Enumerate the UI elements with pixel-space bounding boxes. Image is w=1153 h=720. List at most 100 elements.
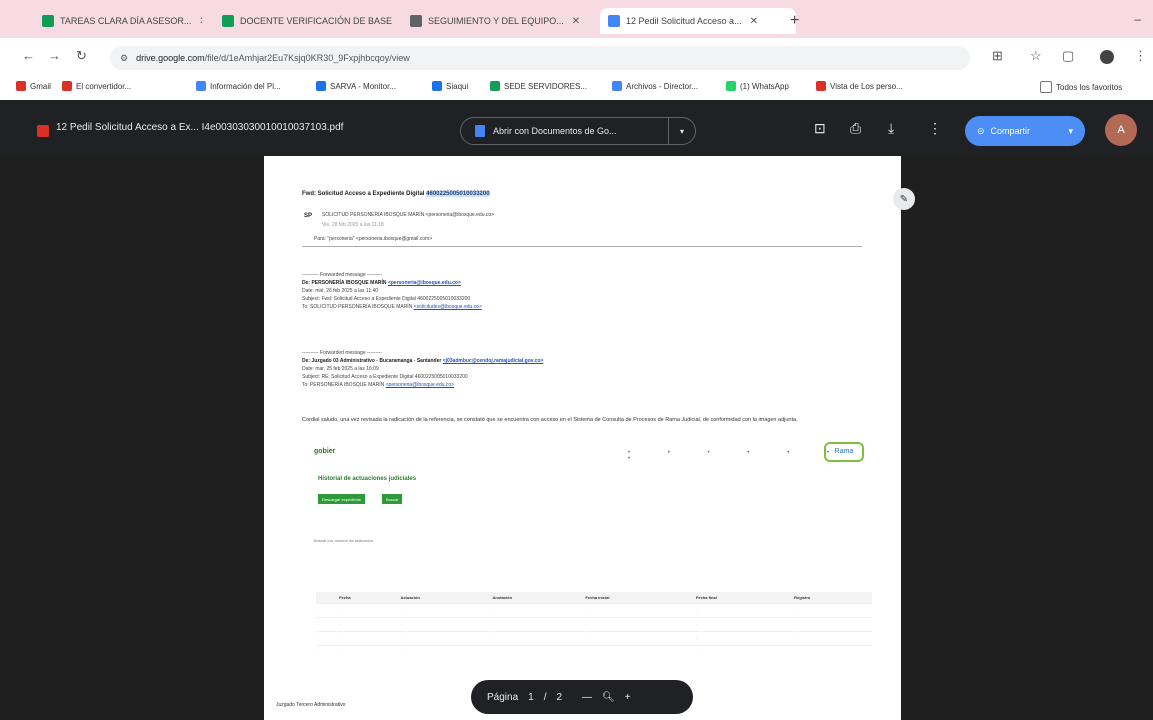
fwd1-from-email[interactable]: <personeria@ibosque.edu.co>: [388, 280, 461, 286]
tab-strip: TAREAS CLARA DÍA ASESOR... ✕ DOCENTE VER…: [0, 0, 1153, 38]
whatsapp-icon: [726, 81, 736, 91]
sheets-icon: [222, 15, 234, 27]
fwd2-from-email[interactable]: <j03admbuc@cendoj.ramajudicial.gov.co>: [443, 358, 544, 364]
sender-avatar: SP: [304, 213, 313, 219]
rama-logo: Rama: [824, 442, 864, 462]
subject-highlight: 4600225005010033200: [426, 191, 490, 197]
shot-title: Historial de actuaciones judiciales: [318, 476, 417, 482]
tab-4-active[interactable]: 12 Pedil Solicitud Acceso a... ✕: [600, 8, 796, 34]
table-header: Anotación: [490, 592, 584, 604]
document-footer: Juzgado Tercero Administrativo: [276, 702, 346, 708]
fwd2-from: De: Juzgado 03 Administrativo - Bucarama…: [302, 358, 544, 364]
table-header: Fecha inicial: [583, 592, 694, 604]
chevron-down-icon[interactable]: ▾: [1068, 126, 1073, 137]
fwd1-to-email[interactable]: <solicitudes@ibosque.edu.co>: [414, 304, 482, 310]
comment-icon[interactable]: ⊡: [814, 120, 826, 137]
page-navigator: Página 1 / 2 — 🔍︎ +: [471, 680, 693, 714]
bookmarks-bar: Gmail El convertidor... Información del …: [0, 76, 1153, 101]
fwd1-subject: Subject: Fwd: Solicitud Acceso a Expedie…: [302, 296, 471, 302]
open-with-button[interactable]: Abrir con Documentos de Go... ▾: [460, 117, 696, 145]
profile-icon[interactable]: [1100, 50, 1114, 64]
logo: gobier: [314, 448, 336, 455]
bookmark-icon: [490, 81, 500, 91]
avatar[interactable]: A: [1105, 114, 1137, 146]
shot-table: Fecha Actuación Anotación Fecha inicial …: [316, 592, 872, 659]
print-icon[interactable]: ⎙: [850, 120, 861, 137]
chevron-down-icon[interactable]: ▾: [669, 127, 695, 136]
sheets-icon: [42, 15, 54, 27]
table-header: [316, 592, 338, 604]
new-tab-button[interactable]: +: [790, 12, 799, 30]
minimize-button[interactable]: –: [1134, 12, 1141, 26]
table-header: Actuación: [398, 592, 491, 604]
close-icon[interactable]: ✕: [750, 16, 758, 27]
extensions-icon[interactable]: ▢: [1062, 48, 1074, 64]
page-label: Página: [487, 691, 519, 703]
download-icon[interactable]: ⤓: [888, 120, 894, 137]
table-row: · · · · · · ·: [316, 631, 872, 646]
email-body: Cordial saludo, una vez revisada la radi…: [302, 417, 798, 423]
share-button[interactable]: ⊝ Compartir ▾: [965, 116, 1085, 146]
bookmark-item[interactable]: (1) WhatsApp: [726, 81, 789, 91]
table-row: · · · · · · ·: [316, 603, 872, 618]
file-name: 12 Pedil Solicitud Acceso a Ex... I4e003…: [56, 122, 344, 133]
shot-button-2: Buscar: [382, 494, 403, 504]
install-icon[interactable]: ⊞: [992, 48, 1003, 64]
address-bar[interactable]: ⚙ drive.google.com /file/d/1eAmhjar2Eu7K…: [110, 46, 970, 70]
bookmark-icon: [432, 81, 442, 91]
close-icon[interactable]: ✕: [572, 16, 580, 27]
sender-sub: Vie, 28 feb 2025 a las 11:18: [322, 222, 384, 228]
bookmark-item[interactable]: Archivos - Director...: [612, 81, 698, 91]
drive-icon: [410, 15, 422, 27]
back-icon[interactable]: ←: [22, 48, 35, 63]
embedded-screenshot: gobier • • • • • • • Rama Historial de a…: [308, 442, 874, 686]
reload-icon[interactable]: ↻: [76, 48, 87, 64]
bookmark-star-icon[interactable]: ☆: [1030, 48, 1042, 64]
bookmark-icon: [816, 81, 826, 91]
bookmark-item[interactable]: Siaqui: [432, 81, 468, 91]
zoom-in-button[interactable]: +: [625, 692, 631, 703]
page-current-input[interactable]: 1: [528, 692, 534, 703]
fwd1-from: De: PERSONERÍA IBOSQUE MARÍN <personeria…: [302, 280, 461, 286]
open-with-label: Abrir con Documentos de Go...: [493, 126, 617, 136]
more-options-icon[interactable]: ⋮: [928, 120, 942, 137]
docs-icon: [475, 125, 485, 137]
table-header: Registro: [792, 592, 872, 604]
fwd2-to: To: PERSONERÍA IBOSQUE MARÍN <personeria…: [302, 382, 455, 388]
folder-icon: [1040, 81, 1052, 93]
all-bookmarks[interactable]: Todos los favoritos: [1040, 81, 1122, 93]
tab-2[interactable]: DOCENTE VERIFICACIÓN DE BASE... ✕: [222, 8, 392, 34]
tab-3-title: SEGUIMIENTO Y DEL EQUIPO...: [428, 16, 564, 26]
share-label: Compartir: [990, 126, 1031, 136]
menu-icon[interactable]: ⋮: [1134, 48, 1147, 64]
page-total: 2: [556, 691, 563, 703]
add-comment-icon[interactable]: ✎: [893, 188, 915, 210]
bookmark-icon: [316, 81, 326, 91]
url-path: /file/d/1eAmhjar2Eu7Ksjq0KR30_9Fxpjhbcqo…: [204, 53, 410, 63]
bookmark-item[interactable]: Vista de Los perso...: [816, 81, 903, 91]
url-host: drive.google.com: [136, 53, 205, 63]
fwd2-to-email[interactable]: <personeria@ibosque.edu.co>: [386, 382, 454, 388]
bookmark-item[interactable]: El convertidor...: [62, 81, 131, 91]
tab-1[interactable]: TAREAS CLARA DÍA ASESOR... ✕: [42, 8, 202, 34]
to-line: Para: "personeria" <personeria.ibosque@g…: [314, 236, 433, 242]
site-info-icon[interactable]: ⚙: [120, 53, 128, 64]
close-icon[interactable]: ✕: [199, 16, 202, 27]
zoom-out-button[interactable]: —: [582, 692, 592, 703]
forward-icon[interactable]: →: [48, 48, 61, 63]
bookmark-item[interactable]: SARVA - Monitor...: [316, 81, 396, 91]
bookmark-item[interactable]: SEDE SERVIDORES...: [490, 81, 587, 91]
fwd1-header: ---------- Forwarded message ---------: [302, 272, 382, 278]
bookmark-item[interactable]: Gmail: [16, 81, 51, 91]
zoom-icon: 🔍︎: [602, 691, 615, 703]
gmail-icon: [16, 81, 26, 91]
bookmark-item[interactable]: Información del Pl...: [196, 81, 281, 91]
pdf-page: Fwd: Solicitud Acceso a Expediente Digit…: [264, 156, 901, 720]
page-separator: /: [543, 691, 547, 703]
fwd1-date: Date: mié, 26 feb 2025 a las 11:40: [302, 288, 379, 294]
tab-2-title: DOCENTE VERIFICACIÓN DE BASE...: [240, 16, 392, 26]
tab-3[interactable]: SEGUIMIENTO Y DEL EQUIPO... ✕: [410, 8, 588, 34]
divider: [302, 246, 862, 247]
table-row: · · · · · · ·: [316, 617, 872, 632]
fwd2-date: Date: mar, 25 feb 2025 a las 16:09: [302, 366, 379, 372]
